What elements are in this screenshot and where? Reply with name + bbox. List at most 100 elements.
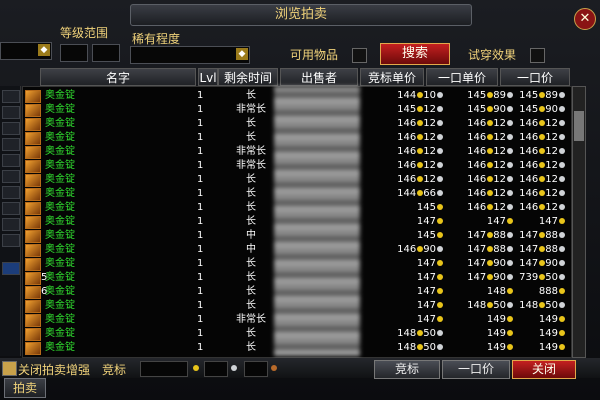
item-level: 1	[197, 202, 204, 213]
gold-amount: 146	[467, 188, 487, 199]
bid-silver-input[interactable]	[204, 361, 228, 377]
silver-coin-icon	[507, 120, 513, 126]
gold-coin-icon	[559, 316, 565, 322]
silver-coin-icon	[507, 232, 513, 238]
side-button[interactable]	[2, 122, 20, 135]
column-headers: 名字 Lvl 剩余时间 出售者 竞标单价 一口单价 一口价	[40, 68, 570, 86]
bid-unit-price: 144 10	[371, 89, 443, 102]
buyout-price: 146 12	[515, 159, 565, 172]
gold-amount: 146	[467, 160, 487, 171]
close-enhance-label: 关闭拍卖增强	[18, 363, 91, 377]
silver-coin-icon	[559, 162, 565, 168]
silver-amount: 12	[493, 174, 506, 185]
side-button[interactable]	[2, 154, 20, 167]
gold-amount: 147	[416, 216, 436, 227]
gold-amount: 145	[467, 104, 487, 115]
silver-coin-icon	[507, 274, 513, 280]
usable-items-checkbox[interactable]	[352, 48, 367, 63]
silver-coin-icon	[559, 232, 565, 238]
gold-amount: 147	[467, 244, 487, 255]
bid-unit-price: 147	[371, 285, 443, 298]
side-button[interactable]	[2, 186, 20, 199]
col-seller[interactable]: 出售者	[280, 68, 358, 86]
col-time-left[interactable]: 剩余时间	[218, 68, 278, 86]
silver-amount: 89	[493, 90, 506, 101]
gold-amount: 147	[467, 230, 487, 241]
item-name: 奥金锭	[45, 230, 75, 241]
buyout-unit-price: 147 90	[443, 257, 513, 270]
buyout-price: 149	[515, 341, 565, 354]
gold-amount: 145	[416, 230, 436, 241]
buyout-unit-price: 146 12	[443, 131, 513, 144]
silver-coin-icon	[507, 190, 513, 196]
side-button[interactable]	[2, 106, 20, 119]
close-enhance-toggle[interactable]	[2, 361, 17, 376]
gold-amount: 146	[397, 160, 417, 171]
side-button-selected[interactable]	[2, 262, 20, 275]
name-filter-dropdown[interactable]: ◆	[0, 42, 52, 60]
arcanite-bar-icon	[25, 342, 41, 355]
time-left: 长	[246, 132, 256, 143]
scrollbar[interactable]	[572, 86, 586, 358]
silver-amount: 89	[545, 90, 558, 101]
col-level[interactable]: Lvl	[198, 68, 218, 86]
gold-amount: 149	[538, 342, 558, 353]
side-button[interactable]	[2, 202, 20, 215]
gold-amount: 146	[467, 118, 487, 129]
search-button[interactable]: 搜索	[380, 43, 450, 65]
close-icon[interactable]: ✕	[574, 8, 596, 30]
gold-coin-icon	[559, 288, 565, 294]
gold-amount: 147	[416, 258, 436, 269]
silver-amount: 12	[545, 118, 558, 129]
scrollbar-thumb[interactable]	[574, 111, 584, 141]
silver-amount: 12	[493, 188, 506, 199]
silver-coin-icon	[507, 260, 513, 266]
bid-gold-input[interactable]	[140, 361, 188, 377]
buyout-unit-price: 149	[443, 327, 513, 340]
item-level: 1	[197, 286, 204, 297]
rarity-dropdown[interactable]: ◆	[130, 46, 250, 64]
item-name: 奥金锭	[45, 118, 75, 129]
arcanite-bar-icon	[25, 244, 41, 257]
silver-amount: 12	[545, 188, 558, 199]
col-buyout[interactable]: 一口价	[500, 68, 570, 86]
gold-coin-icon	[507, 330, 513, 336]
col-buyout-unit[interactable]: 一口单价	[426, 68, 498, 86]
gold-coin-icon	[193, 365, 199, 371]
level-max-input[interactable]	[92, 44, 120, 62]
bid-unit-price: 147	[371, 271, 443, 284]
close-button[interactable]: 关闭	[512, 360, 576, 379]
buyout-unit-price: 146 12	[443, 173, 513, 186]
level-min-input[interactable]	[60, 44, 88, 62]
left-side-panel	[0, 86, 21, 356]
gold-amount: 147	[467, 258, 487, 269]
bid-unit-price: 146 90	[371, 243, 443, 256]
buyout-button[interactable]: 一口价	[442, 360, 510, 379]
try-on-checkbox[interactable]	[530, 48, 545, 63]
gold-amount: 146	[519, 160, 539, 171]
gold-amount: 148	[397, 328, 417, 339]
silver-amount: 12	[423, 160, 436, 171]
tab-auction[interactable]: 拍卖	[4, 378, 46, 398]
col-bid-unit[interactable]: 竞标单价	[360, 68, 424, 86]
silver-coin-icon	[507, 176, 513, 182]
silver-coin-icon	[559, 106, 565, 112]
side-button[interactable]	[2, 234, 20, 247]
item-level: 1	[197, 216, 204, 227]
side-button[interactable]	[2, 90, 20, 103]
gold-amount: 888	[538, 286, 558, 297]
buyout-price: 146 12	[515, 187, 565, 200]
col-name[interactable]: 名字	[40, 68, 196, 86]
arcanite-bar-icon	[25, 328, 41, 341]
arcanite-bar-icon	[25, 174, 41, 187]
side-button[interactable]	[2, 218, 20, 231]
bid-button[interactable]: 竞标	[374, 360, 440, 379]
silver-coin-icon	[559, 302, 565, 308]
buyout-unit-price: 147	[443, 215, 513, 228]
silver-amount: 88	[493, 244, 506, 255]
side-button[interactable]	[2, 170, 20, 183]
item-level: 1	[197, 300, 204, 311]
bid-copper-input[interactable]	[244, 361, 268, 377]
side-button[interactable]	[2, 138, 20, 151]
try-on-label: 试穿效果	[468, 48, 517, 62]
